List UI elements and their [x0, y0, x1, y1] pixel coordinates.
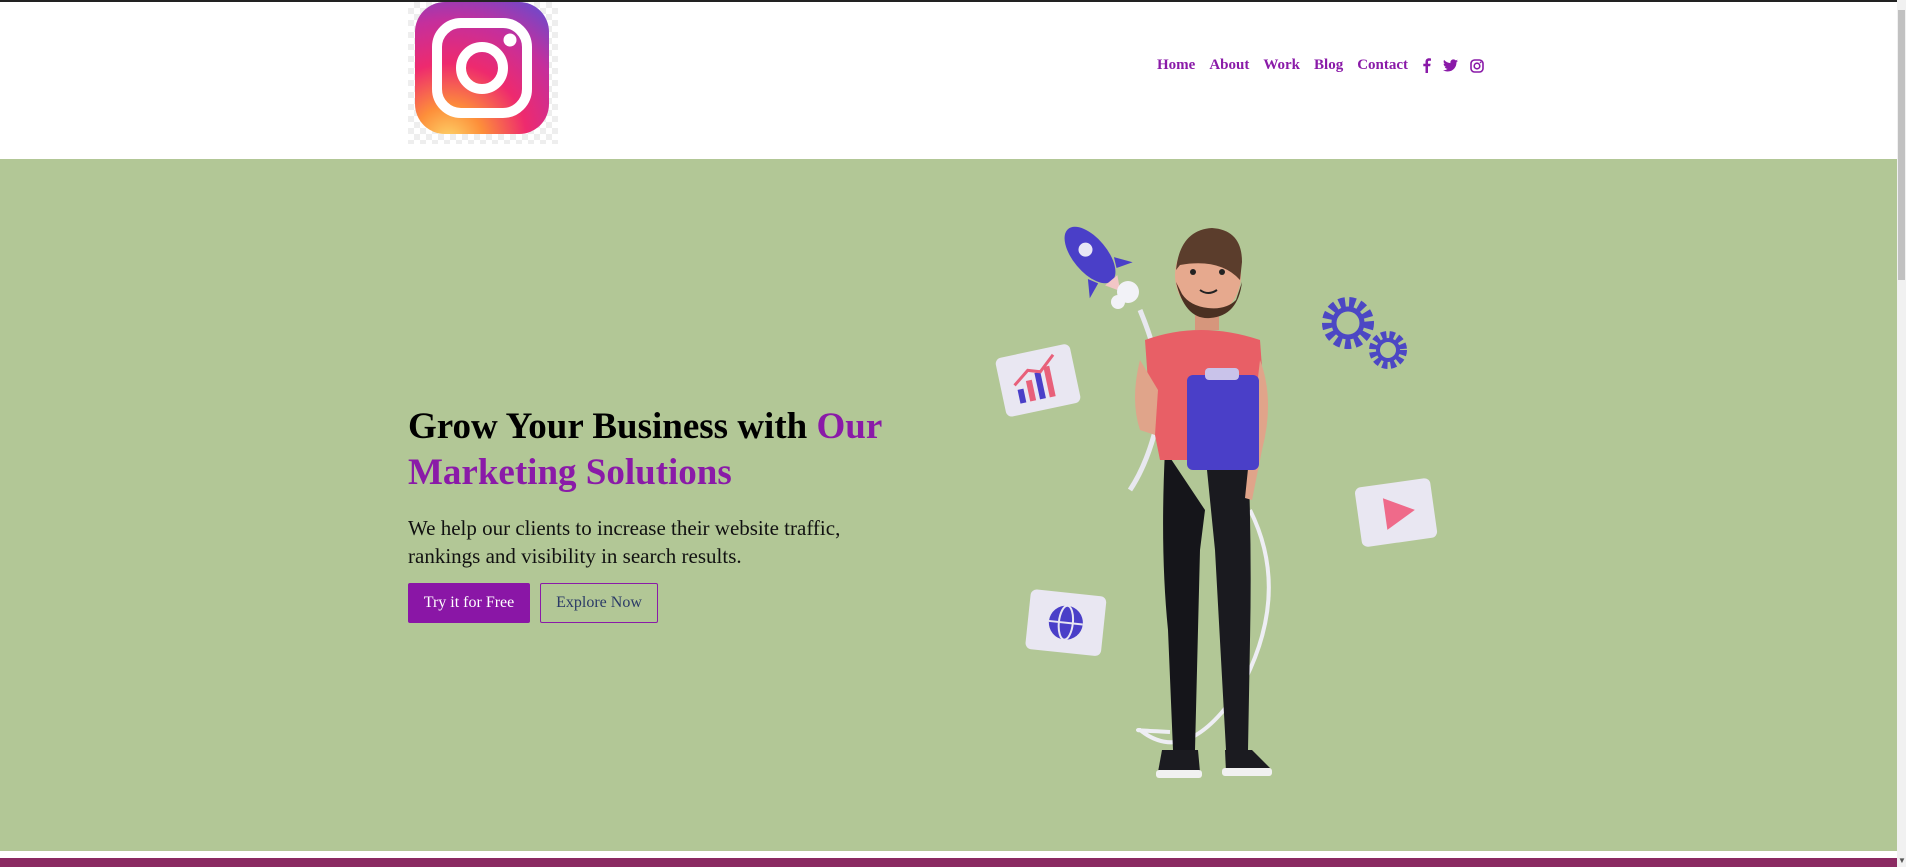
explore-now-button[interactable]: Explore Now [540, 583, 658, 623]
main-nav: Home About Work Blog Contact [1157, 57, 1496, 74]
instagram-icon[interactable] [1470, 58, 1484, 73]
hero-illustration [990, 210, 1450, 835]
instagram-logo-icon [415, 2, 549, 134]
gears-icon [1322, 297, 1407, 369]
nav-contact[interactable]: Contact [1357, 57, 1408, 74]
nav-about[interactable]: About [1209, 57, 1249, 74]
try-free-button[interactable]: Try it for Free [408, 583, 530, 623]
scroll-down-arrow-icon[interactable]: ▼ [1898, 857, 1906, 865]
man-character [1135, 228, 1272, 778]
site-header: Home About Work Blog Contact [0, 2, 1897, 159]
headline-text: Grow Your Business with [408, 406, 817, 447]
globe-card-icon [1025, 589, 1107, 656]
scrollbar-thumb[interactable] [1898, 10, 1905, 280]
play-card-icon [1355, 478, 1438, 547]
hero-subtext: We help our clients to increase their we… [408, 516, 841, 568]
hero-section [0, 159, 1897, 851]
chart-card-icon [995, 344, 1081, 417]
nav-blog[interactable]: Blog [1314, 57, 1343, 74]
page-scrollbar[interactable]: ▼ [1897, 0, 1906, 867]
footer-stripe [0, 858, 1897, 867]
hero-headline: Grow Your Business with Our Marketing So… [408, 404, 928, 496]
nav-work[interactable]: Work [1263, 57, 1300, 74]
facebook-icon[interactable] [1422, 58, 1432, 73]
site-logo[interactable] [408, 2, 558, 144]
twitter-icon[interactable] [1443, 59, 1459, 72]
nav-home[interactable]: Home [1157, 57, 1195, 74]
